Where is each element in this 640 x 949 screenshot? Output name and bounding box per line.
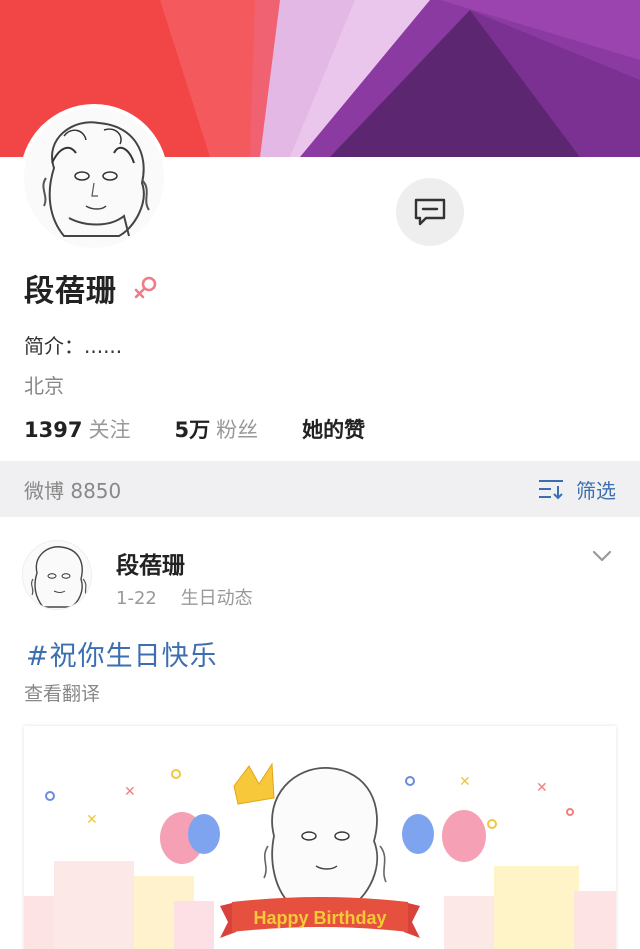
filter-label: 筛选 [576,478,616,503]
happy-birthday-banner-text: Happy Birthday [253,908,386,928]
svg-text:✕: ✕ [86,812,98,828]
followers-count: 5万 [174,418,211,442]
svg-text:✕: ✕ [124,784,136,800]
following-label: 关注 [88,418,131,442]
chevron-down-icon[interactable] [590,546,614,566]
profile-name-row: 段蓓珊 [24,266,159,310]
profile-location: 北京 [24,374,64,398]
following-stat[interactable]: 1397 关注 [24,414,130,444]
svg-text:✕: ✕ [459,774,471,790]
message-button[interactable] [396,178,464,246]
view-translation-link[interactable]: 查看翻译 [24,679,100,706]
female-symbol-icon [134,276,157,299]
followers-label: 粉丝 [216,418,259,442]
filter-button[interactable]: 筛选 [538,475,616,504]
post-author-name[interactable]: 段蓓珊 [116,546,185,580]
post-author-avatar[interactable] [22,540,92,610]
birthday-card-image[interactable]: ✕ ✕ ✕ ✕ Happy Birthday [24,726,616,949]
profile-bio: 简介：...... [24,334,123,358]
svg-text:✕: ✕ [536,780,548,796]
post-source: 生日动态 [180,588,253,609]
post-meta: 1-22 生日动态 [116,584,271,610]
profile-stats: 1397 关注 5万 粉丝 她的赞 [24,414,409,444]
weibo-count: 微博 8850 [24,478,122,503]
filter-icon [539,480,563,500]
likes-label: 她的赞 [302,418,366,442]
likes-stat[interactable]: 她的赞 [302,414,365,444]
profile-name: 段蓓珊 [24,274,117,309]
post-date: 1-22 [116,588,157,609]
following-count: 1397 [24,418,83,442]
followers-stat[interactable]: 5万 粉丝 [174,414,258,444]
profile-avatar[interactable] [20,104,168,252]
post-hashtag-link[interactable]: #祝你生日快乐 [26,634,218,673]
feed-header-bar: 微博 8850 筛选 [0,461,640,517]
message-icon [414,198,446,226]
